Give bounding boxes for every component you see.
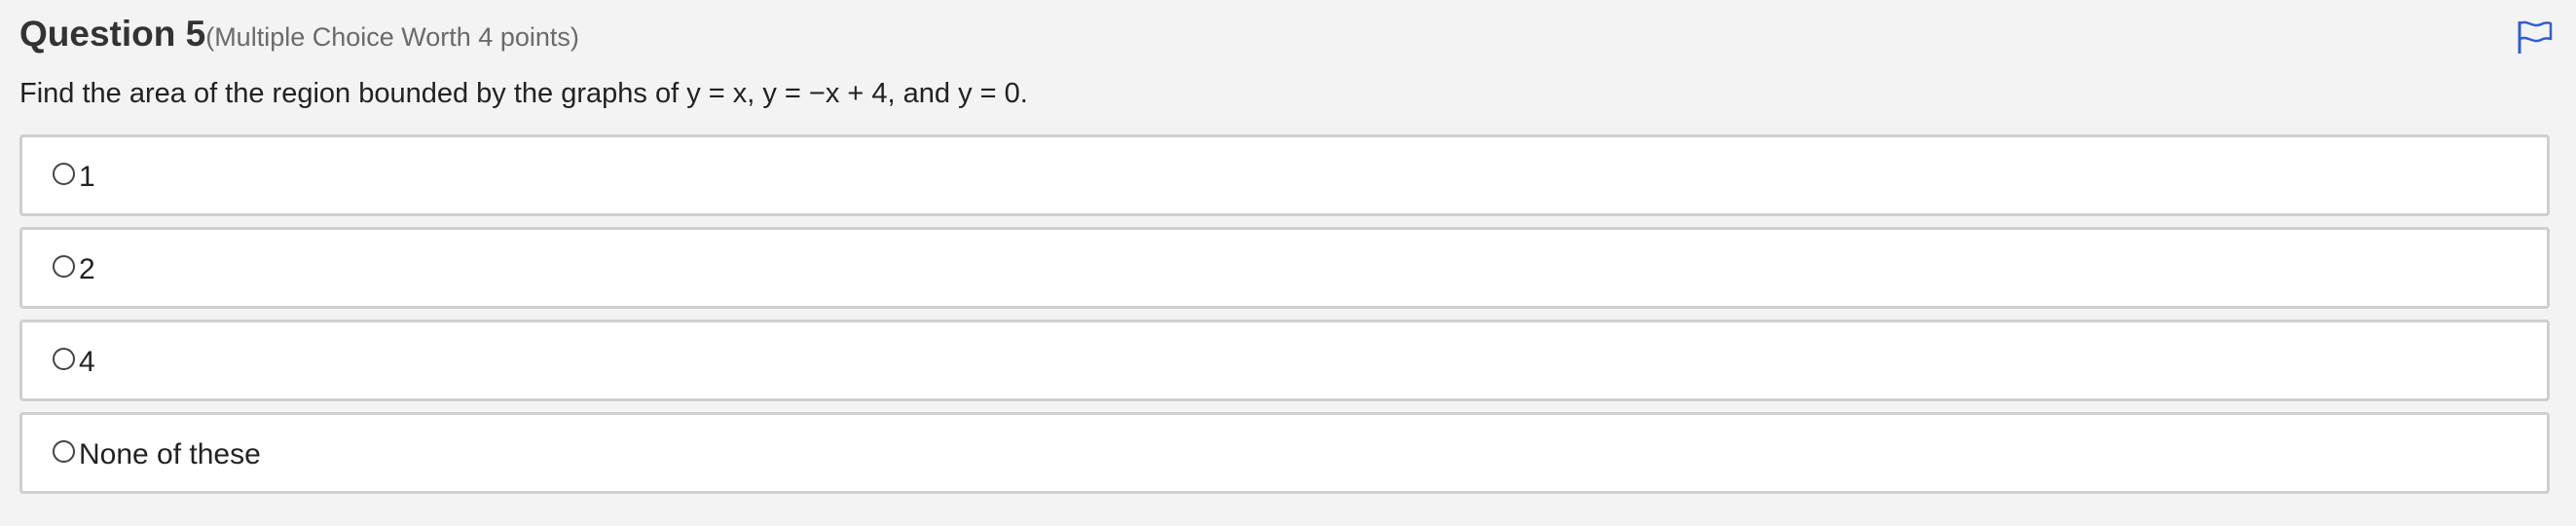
- answer-choice-4[interactable]: None of these: [19, 412, 2550, 494]
- answer-choice-3[interactable]: 4: [19, 319, 2550, 401]
- radio-button[interactable]: [53, 162, 75, 185]
- answer-choices: 1 2 4 None of these: [19, 134, 2550, 505]
- answer-choice-label: None of these: [79, 438, 261, 470]
- radio-button[interactable]: [53, 439, 75, 463]
- question-header: Question 5 (Multiple Choice Worth 4 poin…: [19, 14, 579, 55]
- answer-choice-2[interactable]: 2: [19, 227, 2550, 309]
- question-title: Question 5: [19, 14, 206, 54]
- answer-choice-label: 4: [79, 346, 95, 378]
- flag-icon-graphic: [2518, 20, 2553, 54]
- answer-choice-label: 2: [79, 253, 95, 285]
- question-meta: (Multiple Choice Worth 4 points): [205, 22, 579, 52]
- radio-button[interactable]: [53, 254, 75, 278]
- radio-button[interactable]: [53, 347, 75, 370]
- answer-choice-1[interactable]: 1: [19, 134, 2550, 216]
- answer-choice-label: 1: [79, 161, 95, 193]
- question-prompt: Find the area of the region bounded by t…: [19, 78, 1028, 109]
- flag-icon[interactable]: [2516, 19, 2553, 55]
